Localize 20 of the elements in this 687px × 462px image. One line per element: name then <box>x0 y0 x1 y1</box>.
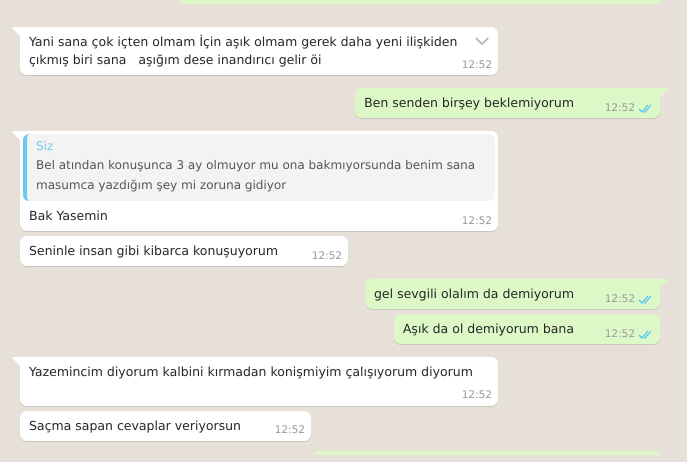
message-time: 12:52 <box>462 214 492 229</box>
quote-text: Bel atından konuşunca 3 ay olmuyor mu ona bakmıyorsunda benim sana masumca yazdığım şey mi zoruna gidiyor <box>36 157 476 194</box>
message-text: Aşık da ol demiyorum bana <box>402 321 574 336</box>
message-text: gel sevgili olalım da demiyorum <box>374 286 574 301</box>
quoted-message[interactable]: Siz Bel atından konuşunca 3 ay olmuyor mu ona bakmıyorsunda benim sana masumca yazdığım şey mi zoruna gidiyor <box>23 134 495 201</box>
message-text: Ben senden birşey beklemiyorum <box>364 95 574 110</box>
message-text: Yazemincim diyorum kalbini kırmadan konişmiyim çalışıyorum diyorum <box>29 364 473 380</box>
message-time: 12:52 <box>274 423 305 438</box>
quote-author: Siz <box>36 139 54 154</box>
message-text: Bak Yasemin <box>29 208 108 223</box>
caret-icon[interactable] <box>474 36 490 47</box>
message-text: Seninle insan gibi kibarca konuşuyorum <box>29 242 278 258</box>
message-time: 12:52 <box>312 248 342 264</box>
message-time: 12:52 <box>604 327 635 342</box>
message-time: 12:52 <box>462 58 492 74</box>
message-text: Saçma sapan cevaplar veriyorsun <box>29 418 241 432</box>
message-time: 12:52 <box>604 101 635 116</box>
message-text: Yani sana çok içten olmam İçin aşık olmam gerek daha yeni ilişkiden çıkmış biri sana aşığım dese inandırıcı gelir öi <box>29 34 458 68</box>
message-time: 12:52 <box>462 388 492 404</box>
message-time: 12:52 <box>604 292 635 307</box>
